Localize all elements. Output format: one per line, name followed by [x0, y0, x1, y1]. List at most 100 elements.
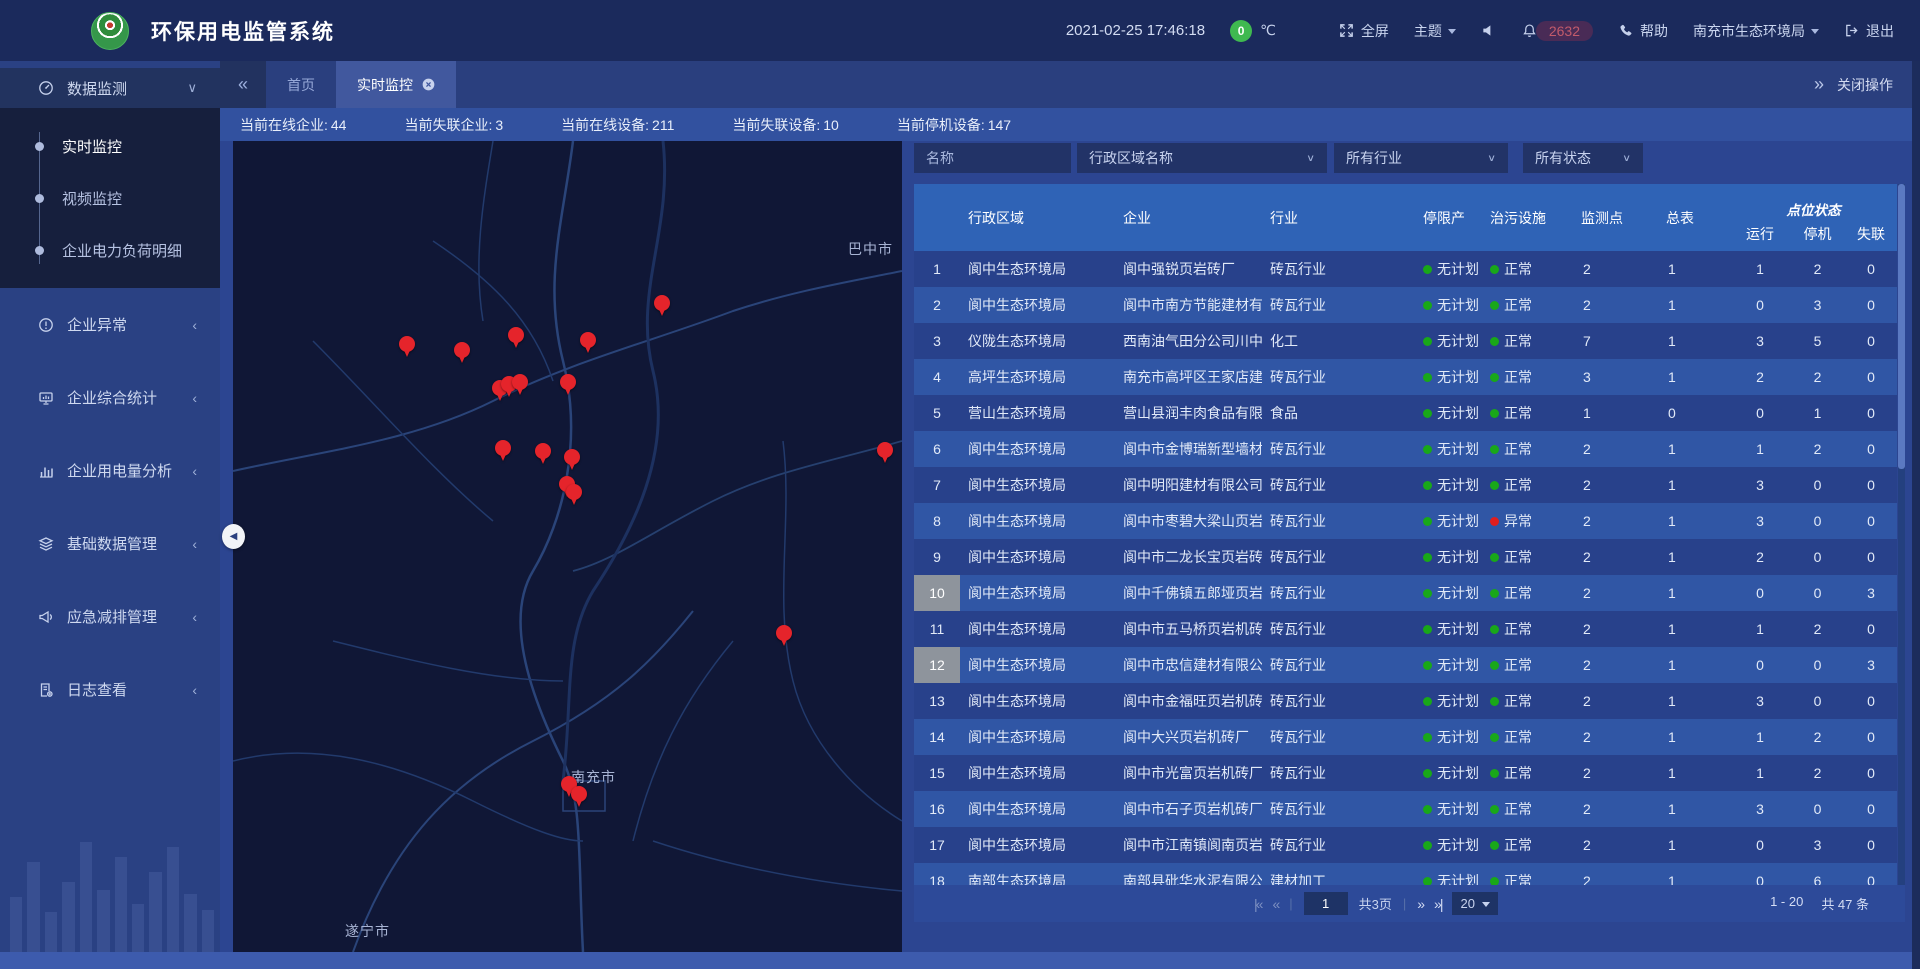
- map-pin-15[interactable]: [776, 625, 793, 648]
- table-row-4[interactable]: 4高坪生态环境局南充市高坪区王家店建砖瓦行业无计划正常31220: [914, 359, 1897, 395]
- sidebar-subitem-0[interactable]: 实时监控: [0, 120, 220, 172]
- row-industry: 砖瓦行业: [1262, 691, 1415, 711]
- notification-button[interactable]: 2632: [1522, 21, 1593, 41]
- map-pin-7[interactable]: [512, 374, 529, 397]
- tab-home[interactable]: 首页: [266, 61, 336, 108]
- theme-dropdown[interactable]: 主题: [1414, 21, 1456, 41]
- first-page-button[interactable]: |«: [1254, 896, 1261, 912]
- row-meter-count: 1: [1650, 837, 1730, 853]
- map-pin-0[interactable]: [654, 295, 671, 318]
- map-pin-3[interactable]: [508, 327, 525, 350]
- table-row-7[interactable]: 7阆中生态环境局阆中明阳建材有限公司砖瓦行业无计划正常21300: [914, 467, 1897, 503]
- tab-realtime-monitor[interactable]: 实时监控: [336, 61, 456, 108]
- row-facility-status: 正常: [1482, 763, 1565, 783]
- org-dropdown[interactable]: 南充市生态环境局: [1693, 21, 1819, 41]
- map-pin-2[interactable]: [454, 342, 471, 365]
- table-row-10[interactable]: 10阆中生态环境局阆中千佛镇五郎垭页岩砖瓦行业无计划正常21003: [914, 575, 1897, 611]
- map-pin-8[interactable]: [560, 374, 577, 397]
- tabs-scroll-left-button[interactable]: «: [220, 61, 266, 108]
- row-running-count: 1: [1730, 261, 1790, 277]
- last-page-button[interactable]: »|: [1434, 896, 1441, 912]
- table-row-8[interactable]: 8阆中生态环境局阆中市枣碧大梁山页岩砖瓦行业无计划异常21300: [914, 503, 1897, 539]
- row-stopped-count: 2: [1790, 261, 1845, 277]
- prev-page-button[interactable]: «: [1272, 896, 1278, 912]
- table-row-5[interactable]: 5营山生态环境局营山县润丰肉食品有限食品无计划正常10010: [914, 395, 1897, 431]
- table-row-11[interactable]: 11阆中生态环境局阆中市五马桥页岩机砖砖瓦行业无计划正常21120: [914, 611, 1897, 647]
- chevron-down-icon: [1448, 29, 1456, 34]
- map-pin-4[interactable]: [580, 332, 597, 355]
- row-index: 15: [914, 755, 960, 791]
- row-company: 阆中市枣碧大梁山页岩: [1115, 511, 1262, 531]
- table-row-13[interactable]: 13阆中生态环境局阆中市金福旺页岩机砖砖瓦行业无计划正常21300: [914, 683, 1897, 719]
- close-icon[interactable]: [422, 78, 435, 91]
- sidebar-section-2[interactable]: 企业综合统计‹: [0, 361, 220, 434]
- map-pin-11[interactable]: [564, 449, 581, 472]
- page-size-select[interactable]: 20: [1452, 892, 1497, 915]
- table-row-2[interactable]: 2阆中生态环境局阆中市南方节能建材有砖瓦行业无计划正常21030: [914, 287, 1897, 323]
- fullscreen-button[interactable]: 全屏: [1339, 21, 1389, 41]
- table-row-12[interactable]: 12阆中生态环境局阆中市忠信建材有限公砖瓦行业无计划正常21003: [914, 647, 1897, 683]
- table-row-9[interactable]: 9阆中生态环境局阆中市二龙长宝页岩砖砖瓦行业无计划正常21200: [914, 539, 1897, 575]
- sidebar-section-5[interactable]: 应急减排管理‹: [0, 580, 220, 653]
- name-search-input[interactable]: [926, 150, 1059, 166]
- row-lost-count: 0: [1845, 729, 1897, 745]
- row-index: 12: [914, 647, 960, 683]
- sidebar-subitem-1[interactable]: 视频监控: [0, 172, 220, 224]
- tabs-scroll-right-button[interactable]: »: [1814, 74, 1824, 95]
- bullet-icon: [35, 246, 44, 255]
- city-skyline-decoration: [10, 832, 214, 952]
- table-row-14[interactable]: 14阆中生态环境局阆中大兴页岩机砖厂砖瓦行业无计划正常21120: [914, 719, 1897, 755]
- sidebar-section-3[interactable]: 企业用电量分析‹: [0, 434, 220, 507]
- table-scrollbar-thumb[interactable]: [1898, 184, 1905, 469]
- help-label: 帮助: [1640, 21, 1668, 41]
- row-meter-count: 1: [1650, 801, 1730, 817]
- mute-button[interactable]: [1481, 23, 1497, 39]
- table-row-1[interactable]: 1阆中生态环境局阆中强锐页岩砖厂砖瓦行业无计划正常21120: [914, 251, 1897, 287]
- facility-status-label: 正常: [1504, 765, 1532, 781]
- status-dot-green: [1423, 661, 1432, 670]
- chevron-left-icon: ‹: [192, 682, 197, 698]
- facility-status-label: 正常: [1504, 729, 1532, 745]
- map-pin-14[interactable]: [877, 442, 894, 465]
- logout-button[interactable]: 退出: [1844, 21, 1894, 41]
- table-row-15[interactable]: 15阆中生态环境局阆中市光富页岩机砖厂砖瓦行业无计划正常21120: [914, 755, 1897, 791]
- map-pin-9[interactable]: [495, 440, 512, 463]
- row-running-count: 3: [1730, 693, 1790, 709]
- table-row-6[interactable]: 6阆中生态环境局阆中市金博瑞新型墙材砖瓦行业无计划正常21120: [914, 431, 1897, 467]
- next-page-button[interactable]: »: [1417, 896, 1423, 912]
- close-operations-dropdown[interactable]: 关闭操作: [1837, 75, 1893, 95]
- sidebar-section-0[interactable]: 数据监测∨: [0, 68, 220, 108]
- table-row-3[interactable]: 3仪陇生态环境局西南油气田分公司川中化工无计划正常71350: [914, 323, 1897, 359]
- table-row-16[interactable]: 16阆中生态环境局阆中市石子页岩机砖厂砖瓦行业无计划正常21300: [914, 791, 1897, 827]
- map-pin-1[interactable]: [399, 336, 416, 359]
- stat-item-1: 当前失联企业:3: [404, 115, 503, 135]
- stat-label: 当前失联企业:: [404, 117, 492, 133]
- name-search-input-wrap: [914, 143, 1071, 173]
- help-button[interactable]: 帮助: [1618, 21, 1668, 41]
- content: 巴中市南充市遂宁市 ◀ 行政区域名称 ∨ 所有行业: [220, 141, 1920, 969]
- status-select[interactable]: 所有状态 ∨: [1523, 143, 1643, 173]
- page-number-input[interactable]: [1304, 892, 1348, 915]
- page-scrollbar-track[interactable]: [1912, 61, 1920, 969]
- row-index: 1: [914, 251, 960, 287]
- map-panel[interactable]: 巴中市南充市遂宁市: [233, 141, 902, 952]
- sidebar-section-6[interactable]: 日志查看‹: [0, 653, 220, 726]
- row-running-count: 1: [1730, 765, 1790, 781]
- production-status-label: 无计划: [1437, 369, 1479, 385]
- sidebar-section-1[interactable]: 企业异常‹: [0, 288, 220, 361]
- region-select[interactable]: 行政区域名称 ∨: [1077, 143, 1327, 173]
- sidebar-section-4[interactable]: 基础数据管理‹: [0, 507, 220, 580]
- row-monitor-count: 2: [1565, 477, 1650, 493]
- tab-realtime-label: 实时监控: [357, 75, 413, 95]
- sidebar-collapse-handle[interactable]: ◀: [222, 524, 245, 549]
- row-facility-status: 正常: [1482, 259, 1565, 279]
- row-region: 阆中生态环境局: [960, 691, 1115, 711]
- table-row-17[interactable]: 17阆中生态环境局阆中市江南镇阆南页岩砖瓦行业无计划正常21030: [914, 827, 1897, 863]
- map-pin-13[interactable]: [566, 484, 583, 507]
- map-pin-17[interactable]: [571, 786, 588, 809]
- industry-select[interactable]: 所有行业 ∨: [1334, 143, 1508, 173]
- sidebar-subitem-2[interactable]: 企业电力负荷明细: [0, 224, 220, 276]
- map-pin-10[interactable]: [535, 443, 552, 466]
- row-meter-count: 1: [1650, 585, 1730, 601]
- col-industry: 行业: [1262, 184, 1415, 251]
